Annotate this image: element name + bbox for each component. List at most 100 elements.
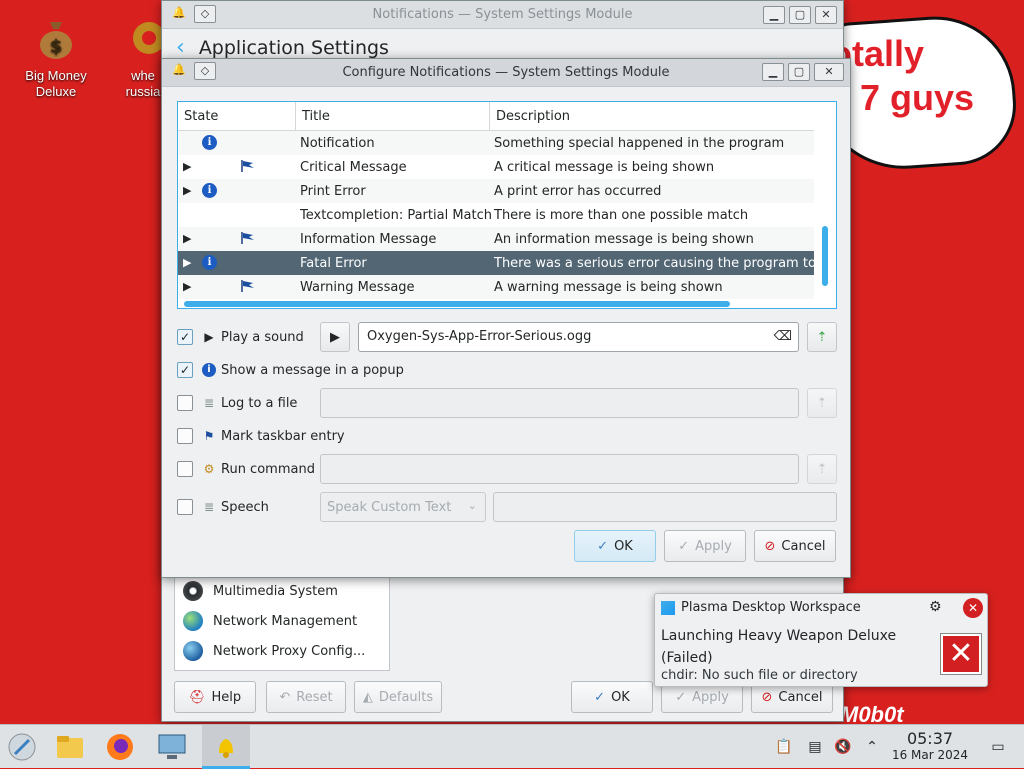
window-menu-button[interactable]: ◇ (194, 5, 216, 23)
chevron-up-icon[interactable]: ⌃ (862, 737, 882, 757)
horizontal-scrollbar[interactable] (184, 301, 730, 307)
table-row[interactable]: ▶ Information Message An information messa… (178, 227, 814, 251)
bell-icon (219, 738, 233, 758)
dialog-cancel-button[interactable]: ⊘ Cancel (754, 530, 836, 562)
log-file-input[interactable] (320, 388, 799, 418)
window-menu-button[interactable]: ◇ (194, 62, 216, 80)
browse-command-button[interactable]: ⇡ (807, 454, 837, 484)
help-label: Help (211, 689, 242, 705)
ok-label: OK (614, 538, 633, 554)
dialog-apply-button[interactable]: ✓ Apply (664, 530, 746, 562)
state-cell (178, 203, 296, 227)
run-command-input[interactable] (320, 454, 799, 484)
maximize-button[interactable]: ▢ (788, 63, 810, 81)
expand-arrow-icon[interactable]: ▶ (183, 160, 191, 173)
taskbar-checkbox[interactable] (177, 428, 193, 444)
browse-log-button[interactable]: ⇡ (807, 388, 837, 418)
speech-mode-value: Speak Custom Text (327, 499, 452, 515)
apply-label: Apply (692, 689, 729, 705)
notification-close-button[interactable]: ✕ (963, 598, 983, 618)
proxy-icon (183, 641, 203, 661)
notification-settings-icon[interactable]: ⚙ (929, 599, 942, 615)
taskbar-notifications[interactable] (202, 725, 250, 769)
dialog-titlebar[interactable]: 🔔 ◇ Configure Notifications — System Set… (162, 59, 850, 87)
back-arrow-icon[interactable]: ‹ (176, 35, 185, 60)
reset-label: Reset (296, 689, 333, 705)
dialog-ok-button[interactable]: ✓ OK (574, 530, 656, 562)
window-titlebar[interactable]: 🔔 ◇ Notifications — System Settings Modu… (162, 1, 843, 29)
description-cell: Something special happened in the progra… (494, 135, 785, 151)
bell-icon[interactable]: 🔔 (168, 62, 190, 80)
info-icon: i (202, 135, 217, 150)
title-cell: Print Error (300, 183, 366, 199)
taskbar-option: ⚑ Mark taskbar entry (177, 424, 345, 448)
title-cell: Notification (300, 135, 375, 151)
column-state[interactable]: State (178, 102, 296, 130)
table-row[interactable]: ▶ i Fatal Error There was a serious error c… (178, 251, 814, 275)
popup-label: Show a message in a popup (221, 362, 404, 378)
table-row[interactable]: Textcompletion: Partial Match There is mo… (178, 203, 814, 227)
bell-icon[interactable]: 🔔 (168, 5, 190, 23)
list-item[interactable]: Multimedia System (175, 576, 389, 606)
run-command-label: Run command (221, 461, 315, 477)
reset-button[interactable]: ↶ Reset (266, 681, 346, 713)
run-command-option: ⚙ Run command (177, 457, 315, 481)
list-item[interactable]: Network Proxy Config... (175, 636, 389, 666)
help-button[interactable]: ⛑ Help (174, 681, 256, 713)
scrollbar-thumb[interactable] (822, 226, 828, 286)
taskbar-file-manager[interactable] (48, 725, 92, 769)
speech-checkbox[interactable] (177, 499, 193, 515)
vertical-scrollbar[interactable] (814, 102, 836, 302)
notification-popup[interactable]: Plasma Desktop Workspace ⚙ ✕ Launching H… (654, 593, 988, 687)
taskbar-firefox[interactable] (98, 725, 142, 769)
run-command-checkbox[interactable] (177, 461, 193, 477)
clock[interactable]: 05:37 16 Mar 2024 (888, 730, 972, 763)
popup-checkbox[interactable]: ✓ (177, 362, 193, 378)
speech-option: ≣ Speech (177, 495, 269, 519)
bg-ok-button[interactable]: ✓ OK (571, 681, 653, 713)
chevron-down-icon: ⌄ (467, 499, 477, 512)
defaults-button[interactable]: ◭ Defaults (354, 681, 442, 713)
speech-mode-select[interactable]: Speak Custom Text ⌄ (320, 492, 486, 522)
notes-icon[interactable]: ▤ (805, 737, 825, 757)
volume-muted-icon[interactable]: 🔇 (833, 737, 853, 757)
clipboard-icon[interactable]: 📋 (774, 737, 794, 757)
taskbar-system-settings[interactable] (150, 725, 194, 769)
expand-arrow-icon[interactable]: ▶ (183, 232, 191, 245)
description-cell: A warning message is being shown (494, 279, 723, 295)
play-preview-button[interactable]: ▶ (320, 322, 350, 352)
show-desktop-icon[interactable]: ▭ (988, 737, 1008, 757)
minimize-button[interactable]: ▁ (763, 6, 785, 24)
network-icon (183, 611, 203, 631)
table-row[interactable]: ▶ Warning Message A warning message is bei… (178, 275, 814, 299)
app-list: Multimedia System Network Management Net… (174, 575, 390, 671)
speech-text-input[interactable] (493, 492, 837, 522)
play-sound-checkbox[interactable]: ✓ (177, 329, 193, 345)
clear-text-icon[interactable]: ⌫ (774, 329, 792, 344)
description-cell: An information message is being shown (494, 231, 754, 247)
firefox-icon (107, 734, 133, 760)
column-title[interactable]: Title (296, 102, 490, 130)
browse-sound-button[interactable]: ⇡ (807, 322, 837, 352)
notification-app-name: Plasma Desktop Workspace (681, 600, 861, 615)
sound-file-input[interactable]: Oxygen-Sys-App-Error-Serious.ogg ⌫ (358, 322, 799, 352)
expand-arrow-icon[interactable]: ▶ (183, 256, 191, 269)
application-launcher[interactable] (0, 725, 44, 769)
info-icon: i (201, 362, 217, 378)
svg-text:$: $ (50, 36, 63, 57)
log-file-checkbox[interactable] (177, 395, 193, 411)
expand-arrow-icon[interactable]: ▶ (183, 184, 191, 197)
gear-icon (133, 22, 165, 54)
column-description[interactable]: Description (490, 102, 814, 130)
table-row[interactable]: ▶ i Print Error A print error has occurred (178, 179, 814, 203)
expand-arrow-icon[interactable]: ▶ (183, 280, 191, 293)
table-row[interactable]: ▶ Critical Message A critical message is b… (178, 155, 814, 179)
desktop-icon-big-money[interactable]: $ Big Money Deluxe (16, 14, 96, 100)
maximize-button[interactable]: ▢ (789, 6, 811, 24)
minimize-button[interactable]: ▁ (762, 63, 784, 81)
table-row[interactable]: i Notification Something special happened … (178, 131, 814, 155)
list-item[interactable]: Network Management (175, 606, 389, 636)
close-button[interactable]: ✕ (814, 63, 844, 81)
close-button[interactable]: ✕ (815, 6, 837, 24)
page-title: Application Settings (198, 36, 389, 59)
